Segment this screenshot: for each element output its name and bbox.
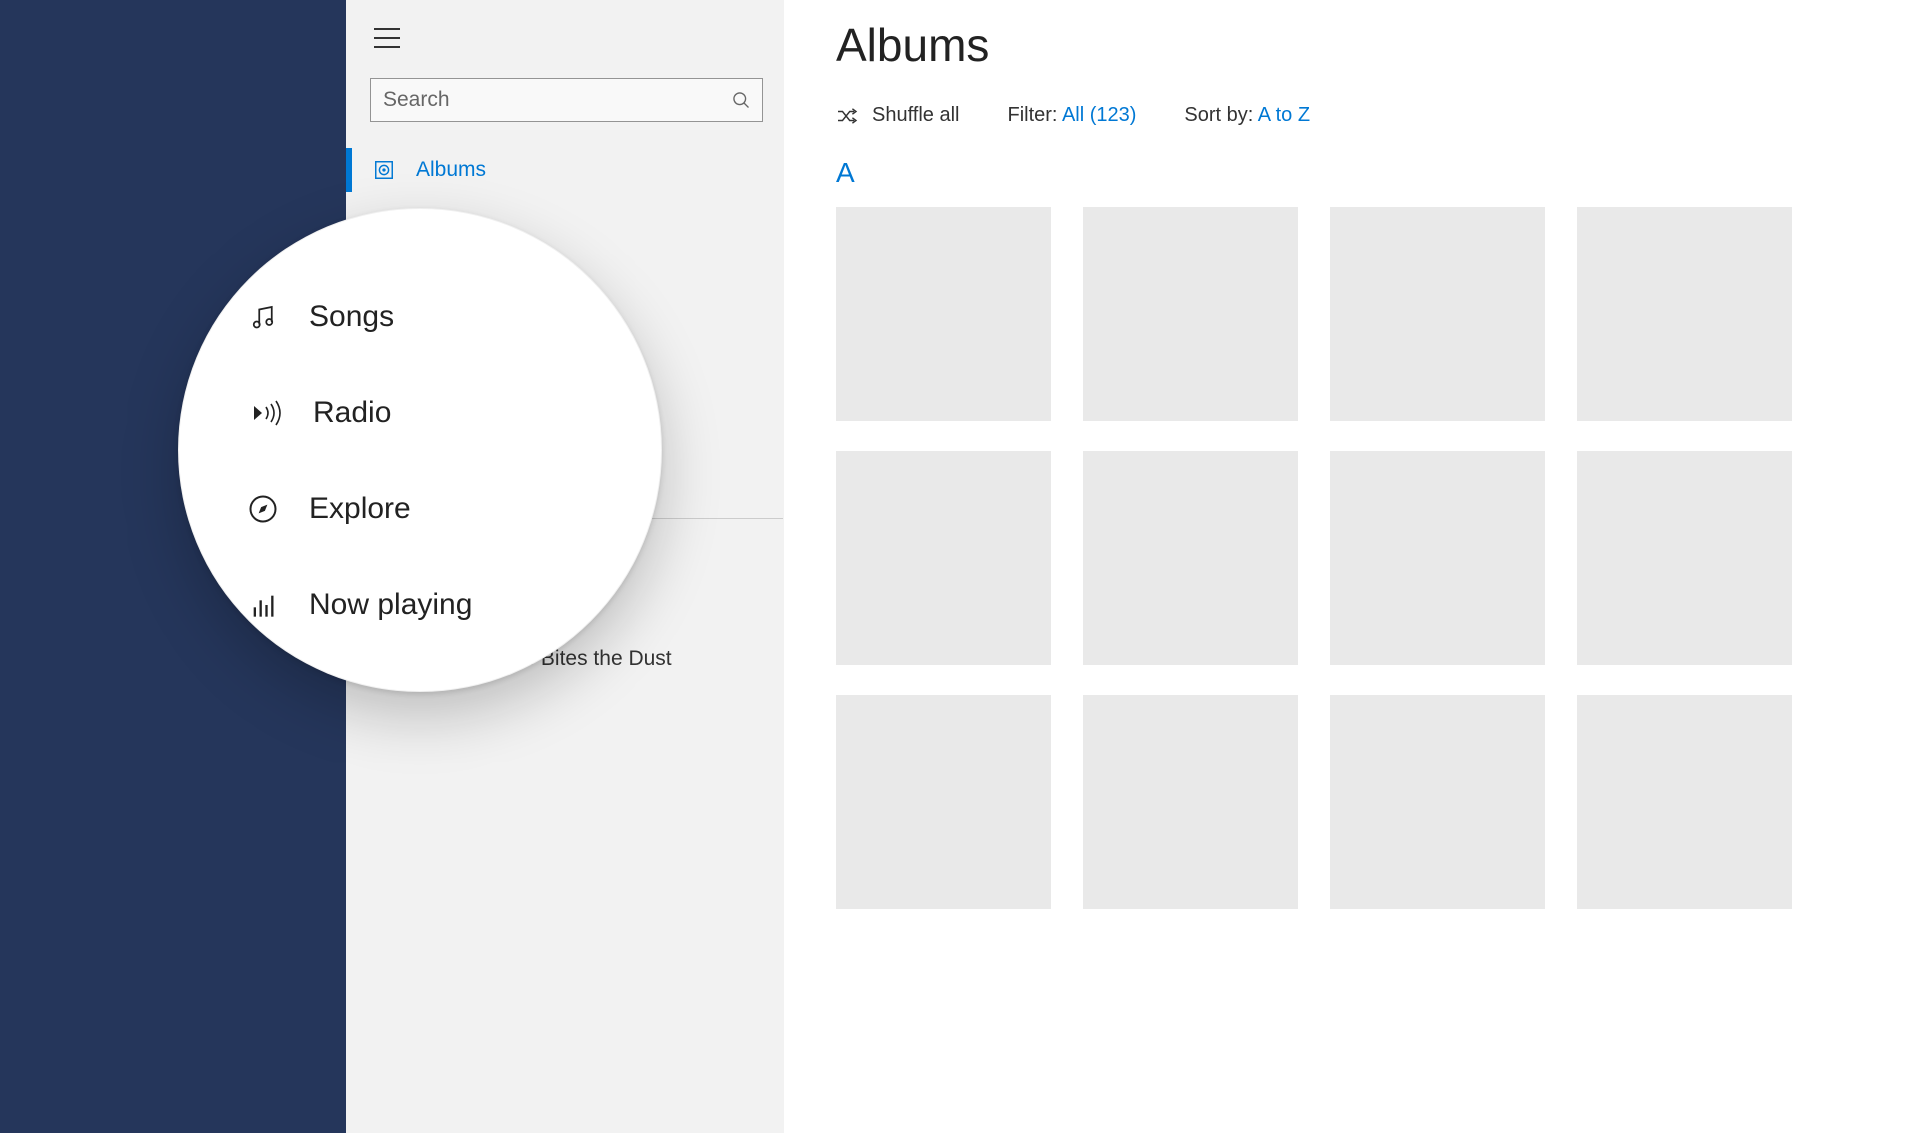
compass-icon	[243, 494, 283, 524]
zoom-lens: Songs Radio Explore	[178, 208, 662, 692]
search-icon	[731, 90, 751, 110]
album-tile[interactable]	[836, 695, 1051, 909]
filter-control[interactable]: Filter: All (123)	[1007, 104, 1136, 127]
nav-item-label: Explore	[309, 492, 411, 526]
nav-item-radio[interactable]: Radio	[243, 365, 621, 461]
music-note-icon	[243, 302, 283, 332]
album-tile[interactable]	[1330, 207, 1545, 421]
toolbar: Shuffle all Filter: All (123) Sort by: A…	[836, 104, 1922, 127]
equalizer-icon	[243, 591, 283, 619]
album-tile[interactable]	[1330, 695, 1545, 909]
nav-item-label: Radio	[313, 396, 391, 430]
album-tile[interactable]	[1083, 207, 1298, 421]
main-content: Albums Shuffle all Filter: All (123) Sor…	[784, 0, 1922, 1133]
shuffle-label: Shuffle all	[872, 104, 959, 127]
nav-item-songs[interactable]: Songs	[243, 269, 621, 365]
radio-icon	[247, 399, 287, 427]
shuffle-icon	[836, 107, 858, 125]
nav-item-now-playing[interactable]: Now playing	[243, 557, 621, 653]
section-letter[interactable]: A	[836, 157, 1922, 189]
album-icon	[372, 159, 396, 181]
album-tile[interactable]	[836, 451, 1051, 665]
album-tile[interactable]	[1577, 695, 1792, 909]
search-input[interactable]	[370, 78, 763, 122]
sort-value: A to Z	[1258, 104, 1310, 126]
album-tile[interactable]	[1577, 207, 1792, 421]
album-tile[interactable]	[836, 207, 1051, 421]
filter-value: All (123)	[1062, 104, 1136, 126]
sort-label: Sort by:	[1184, 104, 1257, 126]
nav-item-label: Now playing	[309, 588, 472, 622]
shuffle-all-button[interactable]: Shuffle all	[836, 104, 959, 127]
nav-item-label: Songs	[309, 300, 394, 334]
album-tile[interactable]	[1330, 451, 1545, 665]
sort-control[interactable]: Sort by: A to Z	[1184, 104, 1310, 127]
nav-item-albums[interactable]: Albums	[346, 142, 783, 198]
album-tile[interactable]	[1083, 451, 1298, 665]
album-tile[interactable]	[1083, 695, 1298, 909]
page-title: Albums	[836, 18, 1922, 72]
nav-item-label: Albums	[416, 158, 486, 182]
album-tile[interactable]	[1577, 451, 1792, 665]
search-field-wrap	[370, 78, 763, 122]
hamburger-menu-button[interactable]	[374, 28, 400, 48]
album-grid	[836, 207, 1922, 909]
nav-item-explore[interactable]: Explore	[243, 461, 621, 557]
filter-label: Filter:	[1007, 104, 1061, 126]
